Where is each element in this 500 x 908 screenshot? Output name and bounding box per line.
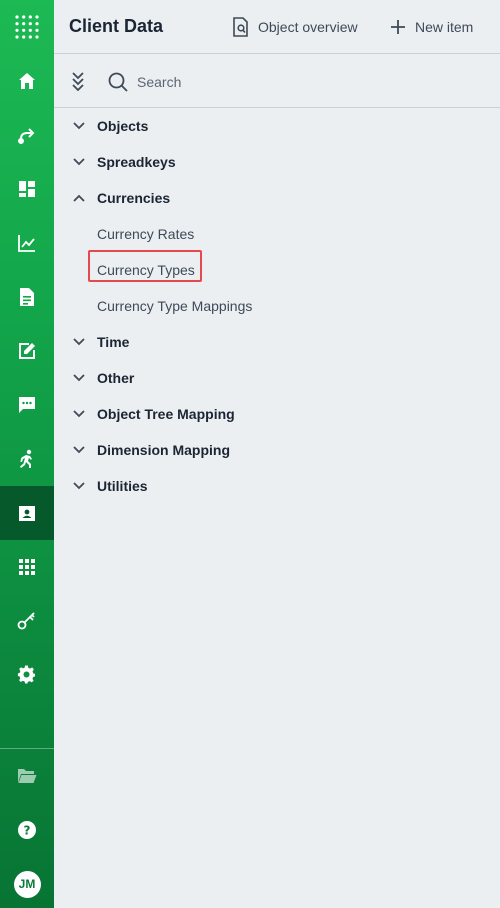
- tree-node-objects[interactable]: Objects: [54, 108, 500, 144]
- tree-node-label: Object Tree Mapping: [97, 406, 235, 422]
- plus-icon: [391, 20, 405, 34]
- analytics-icon[interactable]: [0, 216, 54, 270]
- collapse-all-button[interactable]: [69, 71, 87, 92]
- svg-text:?: ?: [24, 824, 31, 838]
- tree-node-spreadkeys[interactable]: Spreadkeys: [54, 144, 500, 180]
- dashboard-icon[interactable]: [0, 162, 54, 216]
- navigation-rail: ? JM: [0, 0, 54, 908]
- tree-node-label: Currencies: [97, 190, 171, 206]
- settings-icon[interactable]: [0, 648, 54, 702]
- tree-node-currencies[interactable]: Currencies: [54, 180, 500, 216]
- tree-node-label: Spreadkeys: [97, 154, 176, 170]
- chevron-down-icon[interactable]: [72, 120, 86, 132]
- object-overview-button[interactable]: Object overview: [233, 15, 358, 39]
- search-icon: [108, 72, 128, 92]
- tree-leaf-label: Currency Types: [97, 262, 195, 278]
- chevron-down-icon[interactable]: [72, 156, 86, 168]
- object-overview-label: Object overview: [258, 19, 358, 35]
- folder-icon[interactable]: [0, 749, 54, 803]
- tree-node-label: Other: [97, 370, 135, 386]
- workflow-icon[interactable]: [0, 108, 54, 162]
- chat-icon[interactable]: [0, 378, 54, 432]
- document-search-icon: [233, 17, 248, 37]
- tree-node-other[interactable]: Other: [54, 360, 500, 396]
- app-launcher-icon[interactable]: [0, 0, 54, 54]
- tree-leaf-currency-types[interactable]: Currency Types: [54, 250, 500, 288]
- tree-node-utilities[interactable]: Utilities: [54, 468, 500, 504]
- report-icon[interactable]: [0, 270, 54, 324]
- tree-leaf-currency-type-mappings[interactable]: Currency Type Mappings: [54, 288, 500, 324]
- tree-leaf-label: Currency Type Mappings: [97, 298, 253, 314]
- chevron-up-icon[interactable]: [72, 192, 86, 204]
- tree-toolbar: [54, 55, 500, 108]
- tree-node-label: Dimension Mapping: [97, 442, 230, 458]
- home-icon[interactable]: [0, 54, 54, 108]
- user-avatar[interactable]: JM: [0, 857, 54, 908]
- double-chevron-down-icon: [72, 72, 84, 92]
- tree-node-time[interactable]: Time: [54, 324, 500, 360]
- tree-node-dimension-mapping[interactable]: Dimension Mapping: [54, 432, 500, 468]
- page-header: Client Data Object overview New item: [54, 0, 500, 54]
- run-icon[interactable]: [0, 432, 54, 486]
- new-item-label: New item: [415, 19, 474, 35]
- chevron-down-icon[interactable]: [72, 372, 86, 384]
- search-box[interactable]: [108, 69, 488, 95]
- help-icon[interactable]: ?: [0, 803, 54, 857]
- apps-grid-icon[interactable]: [0, 540, 54, 594]
- key-icon[interactable]: [0, 594, 54, 648]
- client-data-icon[interactable]: [0, 486, 54, 540]
- chevron-down-icon[interactable]: [72, 480, 86, 492]
- search-input[interactable]: [137, 74, 437, 90]
- chevron-down-icon[interactable]: [72, 408, 86, 420]
- chevron-down-icon[interactable]: [72, 336, 86, 348]
- tree-leaf-currency-rates[interactable]: Currency Rates: [54, 216, 500, 252]
- avatar: JM: [13, 870, 41, 898]
- edit-document-icon[interactable]: [0, 324, 54, 378]
- new-item-button[interactable]: New item: [390, 15, 473, 39]
- tree-leaf-label: Currency Rates: [97, 226, 195, 242]
- page-title: Client Data: [69, 16, 164, 36]
- tree-node-label: Time: [97, 334, 130, 350]
- tree-node-object-tree-mapping[interactable]: Object Tree Mapping: [54, 396, 500, 432]
- tree-node-label: Utilities: [97, 478, 148, 494]
- tree-node-label: Objects: [97, 118, 149, 134]
- chevron-down-icon[interactable]: [72, 444, 86, 456]
